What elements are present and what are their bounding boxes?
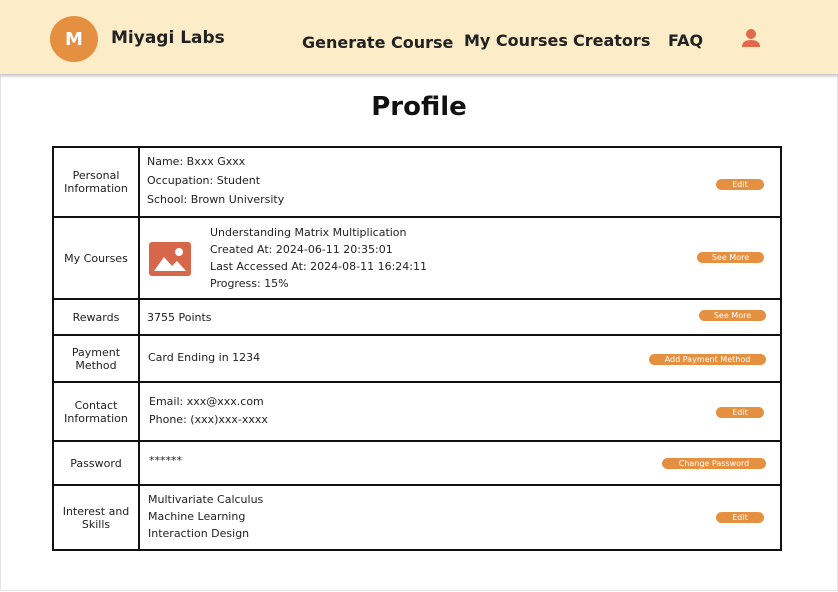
- change-password-button[interactable]: Change Password: [662, 458, 766, 469]
- interest-item: Multivariate Calculus: [148, 493, 264, 506]
- phone-text: Phone: (xxx)xxx-xxxx: [149, 413, 268, 426]
- row-my-courses: My Courses Understanding Matrix Multipli…: [54, 218, 780, 300]
- nav-faq[interactable]: FAQ: [668, 31, 703, 50]
- contact-content: Email: xxx@xxx.com Phone: (xxx)xxx-xxxx: [149, 393, 268, 429]
- card-text: Card Ending in 1234: [148, 351, 261, 364]
- interest-item: Interaction Design: [148, 527, 250, 540]
- row-rewards: Rewards 3755 Points See More: [54, 300, 780, 336]
- name-text: Name: Bxxx Gxxx: [147, 155, 246, 168]
- row-label: Payment Method: [54, 336, 140, 381]
- row-interest-and-skills: Interest and Skills Multivariate Calculu…: [54, 486, 780, 549]
- password-masked: ******: [149, 454, 182, 467]
- user-icon[interactable]: [740, 28, 762, 50]
- row-label: Rewards: [54, 300, 140, 334]
- row-payment-method: Payment Method Card Ending in 1234 Add P…: [54, 336, 780, 383]
- image-icon: [149, 242, 191, 276]
- nav-my-courses[interactable]: My Courses: [464, 31, 568, 50]
- course-progress: Progress: 15%: [210, 277, 289, 290]
- row-contact-information: Contact Information Email: xxx@xxx.com P…: [54, 383, 780, 442]
- row-label: Password: [54, 442, 140, 484]
- email-text: Email: xxx@xxx.com: [149, 395, 264, 408]
- course-last-accessed: Last Accessed At: 2024-08-11 16:24:11: [210, 260, 427, 273]
- nav-generate-course[interactable]: Generate Course: [302, 33, 453, 52]
- row-label: Personal Information: [54, 148, 140, 216]
- row-label: Contact Information: [54, 383, 140, 440]
- brand-name[interactable]: Miyagi Labs: [111, 28, 225, 48]
- logo[interactable]: M: [50, 16, 98, 62]
- course-title[interactable]: Understanding Matrix Multiplication: [210, 224, 427, 241]
- interest-item: Machine Learning: [148, 510, 246, 523]
- profile-table: Personal Information Name: Bxxx Gxxx Occ…: [52, 146, 782, 551]
- nav-creators[interactable]: Creators: [573, 31, 650, 50]
- row-label: My Courses: [54, 218, 140, 298]
- points-text: 3755 Points: [147, 311, 212, 324]
- add-payment-method-button[interactable]: Add Payment Method: [649, 354, 766, 365]
- interests-content: Multivariate Calculus Machine Learning I…: [148, 491, 263, 542]
- course-details: Understanding Matrix Multiplication Crea…: [210, 224, 427, 292]
- personal-info-content: Name: Bxxx Gxxx Occupation: Student Scho…: [147, 152, 284, 209]
- row-password: Password ****** Change Password: [54, 442, 780, 486]
- see-more-rewards-button[interactable]: See More: [699, 310, 766, 321]
- see-more-courses-button[interactable]: See More: [697, 252, 764, 263]
- occupation-text: Occupation: Student: [147, 174, 261, 187]
- row-label: Interest and Skills: [54, 486, 140, 549]
- school-text: School: Brown University: [147, 193, 285, 206]
- row-personal-information: Personal Information Name: Bxxx Gxxx Occ…: [54, 148, 780, 218]
- page-title: Profile: [371, 92, 467, 122]
- edit-contact-button[interactable]: Edit: [716, 407, 764, 418]
- edit-interests-button[interactable]: Edit: [716, 512, 764, 523]
- top-navbar: M Miyagi Labs Generate Course My Courses…: [0, 0, 838, 74]
- edit-personal-button[interactable]: Edit: [716, 179, 764, 190]
- course-created-at: Created At: 2024-06-11 20:35:01: [210, 243, 393, 256]
